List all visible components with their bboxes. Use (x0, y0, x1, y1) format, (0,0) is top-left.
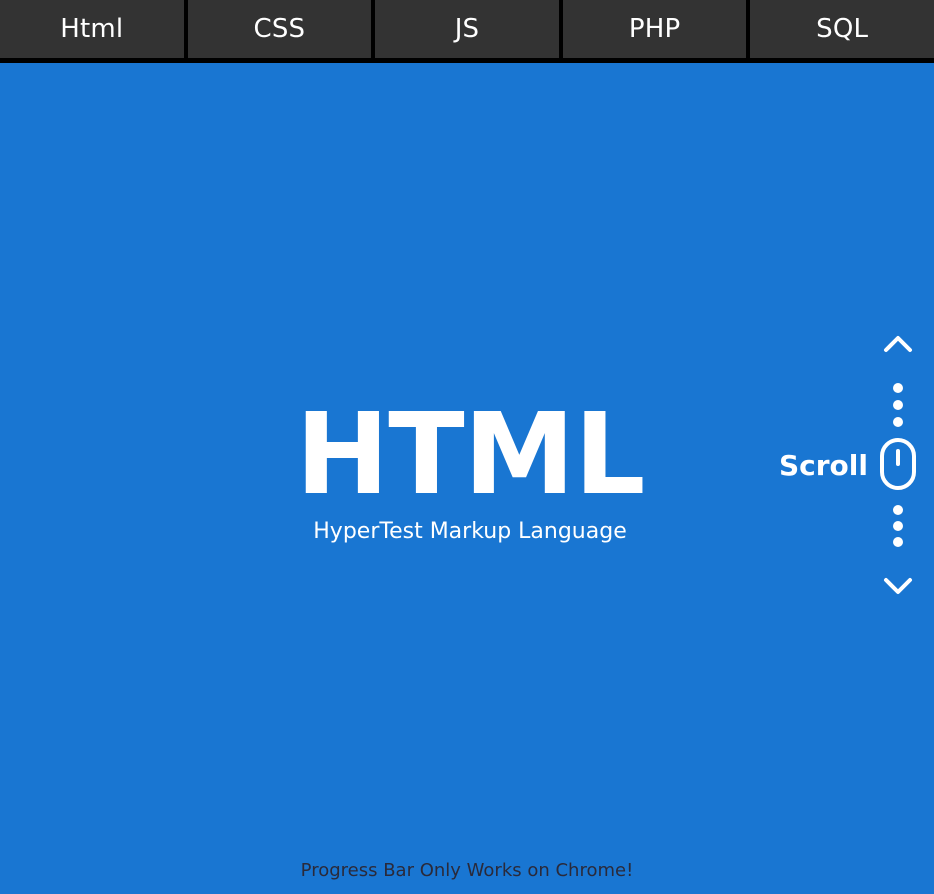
tab-css[interactable]: CSS (187, 0, 372, 58)
hero-subtitle: HyperTest Markup Language (313, 519, 627, 544)
top-nav: Html CSS JS PHP SQL (0, 0, 934, 63)
dots-icon (893, 383, 903, 427)
tab-js[interactable]: JS (375, 0, 559, 58)
mouse-icon (880, 438, 916, 490)
tab-sql[interactable]: SQL (750, 0, 934, 58)
footer-note: Progress Bar Only Works on Chrome! (300, 860, 634, 881)
dots-icon (893, 505, 903, 547)
chevron-up-icon[interactable] (884, 336, 912, 352)
chevron-down-icon[interactable] (884, 578, 912, 594)
tab-html[interactable]: Html (0, 0, 184, 58)
scroll-label: Scroll (778, 449, 868, 482)
scroll-indicator[interactable] (878, 330, 918, 602)
tab-php[interactable]: PHP (562, 0, 747, 58)
